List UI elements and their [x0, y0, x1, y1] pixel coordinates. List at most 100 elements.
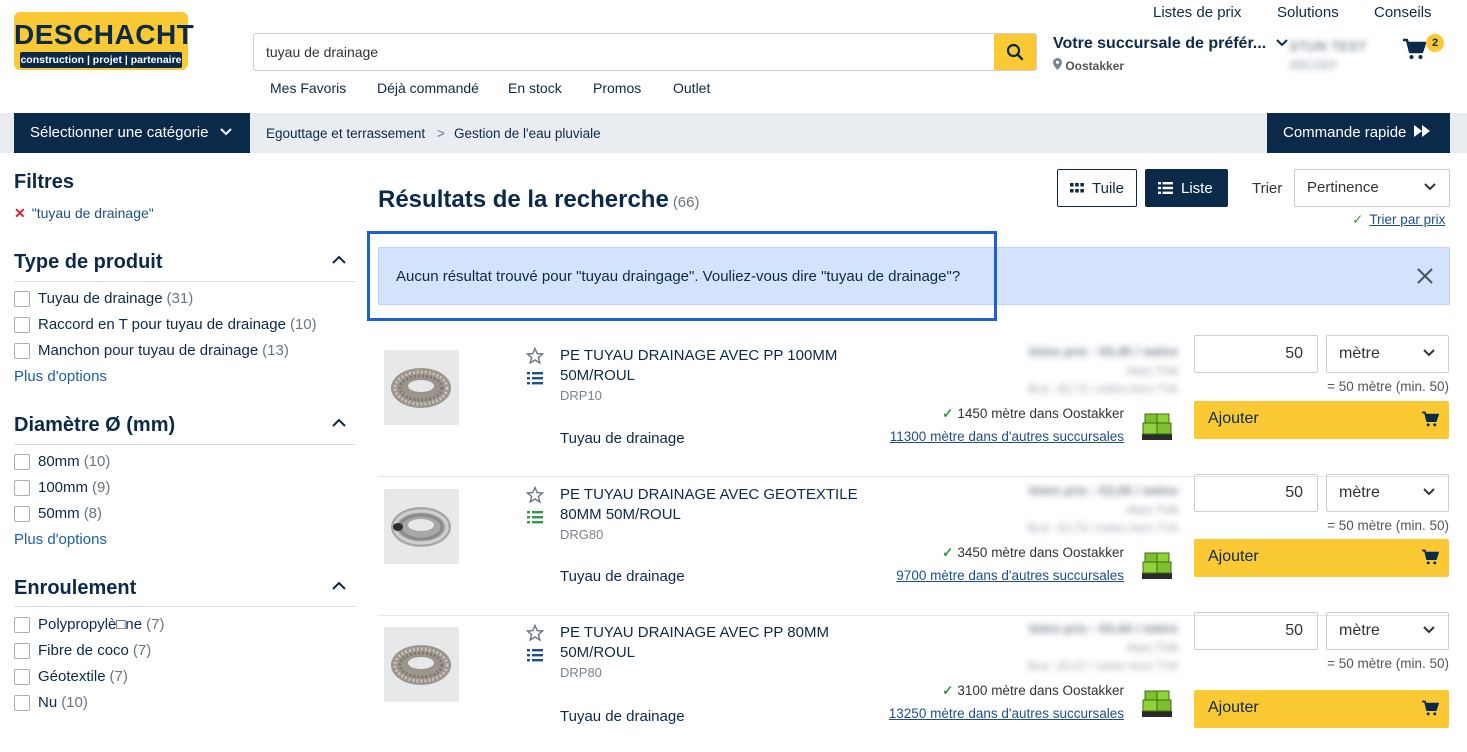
- filter-option[interactable]: Manchon pour tuyau de drainage (13): [14, 342, 289, 359]
- filter-group-title[interactable]: Diamètre Ø (mm): [14, 414, 175, 437]
- add-to-cart-button[interactable]: Ajouter: [1194, 690, 1449, 728]
- checkbox[interactable]: [14, 642, 30, 659]
- add-to-list-icon[interactable]: [527, 510, 543, 524]
- filter-option[interactable]: 100mm (9): [14, 479, 110, 496]
- unit-select[interactable]: mètre: [1326, 335, 1449, 373]
- breadcrumb-item[interactable]: Gestion de l'eau pluviale: [454, 126, 601, 141]
- pipe-coil-icon: [391, 645, 451, 685]
- filter-option-count: (10): [61, 694, 88, 711]
- add-to-cart-button[interactable]: Ajouter: [1194, 539, 1449, 577]
- link-advice[interactable]: Conseils: [1374, 4, 1432, 21]
- grid-icon: [1070, 183, 1084, 193]
- remove-filter-icon[interactable]: ✕: [14, 205, 26, 221]
- close-icon[interactable]: [1415, 266, 1435, 286]
- view-list-button[interactable]: Liste: [1145, 169, 1228, 207]
- branch-selector[interactable]: Votre succursale de préfér... Oostakker: [1053, 35, 1288, 73]
- quantity-input[interactable]: 50: [1194, 474, 1318, 512]
- branch-title: Votre succursale de préfér...: [1053, 35, 1267, 52]
- star-icon[interactable]: [526, 624, 544, 642]
- search-input[interactable]: [266, 34, 986, 70]
- filter-option-label: Manchon pour tuyau de drainage: [38, 342, 259, 359]
- active-filter-chip[interactable]: ✕ "tuyau de drainage": [14, 205, 154, 222]
- checkbox[interactable]: [14, 505, 30, 522]
- filter-option-label: 100mm: [38, 479, 89, 496]
- price-vat-note: Hors TVA: [1127, 503, 1178, 517]
- divider: [14, 444, 355, 445]
- unit-select[interactable]: mètre: [1326, 612, 1449, 650]
- more-options-link[interactable]: Plus d'options: [14, 368, 107, 385]
- checkbox[interactable]: [14, 453, 30, 470]
- stock-other-branches-link[interactable]: 13250 mètre dans d'autres succursales: [858, 706, 1124, 721]
- account-name[interactable]: STUN TEST: [1289, 38, 1367, 54]
- product-name-link[interactable]: PE TUYAU DRAINAGE AVEC PP 100MM 50M/ROUL: [560, 346, 870, 386]
- product-image[interactable]: [384, 489, 459, 564]
- checkbox[interactable]: [14, 479, 30, 496]
- checkbox[interactable]: [14, 290, 30, 307]
- product-image[interactable]: [384, 627, 459, 702]
- checkbox[interactable]: [14, 342, 30, 359]
- add-to-cart-button[interactable]: Ajouter: [1194, 401, 1449, 439]
- filter-option-count: (10): [289, 316, 317, 333]
- product-image[interactable]: [384, 350, 459, 425]
- breadcrumb-item[interactable]: Egouttage et terrassement: [266, 126, 425, 141]
- filter-option[interactable]: Raccord en T pour tuyau de drainage (10): [14, 316, 317, 333]
- branch-location: Oostakker: [1065, 59, 1125, 73]
- check-icon: ✓: [942, 683, 954, 698]
- stock-other-branches-link[interactable]: 11300 mètre dans d'autres succursales: [858, 429, 1124, 444]
- filter-group-title[interactable]: Type de produit: [14, 251, 163, 274]
- filter-option-label: Raccord en T pour tuyau de drainage: [38, 316, 286, 333]
- unit-select[interactable]: mètre: [1326, 474, 1449, 512]
- results-title: Résultats de la recherche: [378, 186, 669, 213]
- view-tile-button[interactable]: Tuile: [1057, 169, 1137, 207]
- quick-order-button[interactable]: Commande rapide: [1267, 113, 1450, 153]
- checkbox[interactable]: [14, 616, 30, 633]
- select-category-button[interactable]: Sélectionner une catégorie: [14, 113, 250, 153]
- view-tile-label: Tuile: [1092, 179, 1124, 197]
- product-row: PE TUYAU DRAINAGE AVEC PP 80MM 50M/ROUL …: [378, 612, 1450, 752]
- price-gross: Brut : €0,73 / mètre Hors TVA: [1027, 384, 1178, 396]
- quantity-input[interactable]: 50: [1194, 612, 1318, 650]
- quantity-input[interactable]: 50: [1194, 335, 1318, 373]
- search-button[interactable]: [994, 34, 1036, 70]
- more-options-link[interactable]: Plus d'options: [14, 531, 107, 548]
- filter-option[interactable]: Géotextile (7): [14, 668, 128, 685]
- filter-option-label: 80mm: [38, 453, 80, 470]
- nav-in-stock[interactable]: En stock: [508, 80, 562, 96]
- product-name-link[interactable]: PE TUYAU DRAINAGE AVEC GEOTEXTILE 80MM 5…: [560, 485, 870, 525]
- filter-option[interactable]: Nu (10): [14, 694, 88, 711]
- filter-option[interactable]: 80mm (10): [14, 453, 110, 470]
- filter-option[interactable]: 50mm (8): [14, 505, 102, 522]
- chevron-up-icon[interactable]: [331, 580, 347, 592]
- nav-outlet[interactable]: Outlet: [673, 80, 710, 96]
- filter-option[interactable]: Tuyau de drainage (31): [14, 290, 193, 307]
- filter-option[interactable]: Polypropylè□ne (7): [14, 616, 164, 633]
- search-icon: [1006, 43, 1024, 61]
- checkbox[interactable]: [14, 668, 30, 685]
- deschacht-logo[interactable]: DESCHACHT construction | projet | parten…: [14, 12, 194, 70]
- product-code: DRP80: [560, 665, 602, 680]
- filter-option-label: Tuyau de drainage: [38, 290, 163, 307]
- star-icon[interactable]: [526, 486, 544, 504]
- link-price-lists[interactable]: Listes de prix: [1153, 4, 1241, 21]
- add-to-list-icon[interactable]: [527, 648, 543, 662]
- checkbox[interactable]: [14, 694, 30, 711]
- stock-other-branches-link[interactable]: 9700 mètre dans d'autres succursales: [858, 568, 1124, 583]
- product-name-link[interactable]: PE TUYAU DRAINAGE AVEC PP 80MM 50M/ROUL: [560, 623, 870, 663]
- cart-button[interactable]: [1402, 38, 1427, 65]
- check-icon: ✓: [1352, 212, 1364, 227]
- price-gross: Brut : €0,67 / mètre Hors TVA: [1027, 661, 1178, 673]
- nav-promos[interactable]: Promos: [593, 80, 641, 96]
- chevron-up-icon[interactable]: [331, 417, 347, 429]
- link-solutions[interactable]: Solutions: [1277, 4, 1339, 21]
- filter-group-title[interactable]: Enroulement: [14, 577, 136, 600]
- stock-local-label: 3100 mètre dans Oostakker: [957, 683, 1124, 698]
- sort-select[interactable]: Pertinence: [1294, 169, 1450, 207]
- star-icon[interactable]: [526, 347, 544, 365]
- nav-favorites[interactable]: Mes Favoris: [270, 80, 346, 96]
- nav-already-ordered[interactable]: Déjà commandé: [377, 80, 479, 96]
- checkbox[interactable]: [14, 316, 30, 333]
- add-to-list-icon[interactable]: [527, 371, 543, 385]
- chevron-up-icon[interactable]: [331, 254, 347, 266]
- sort-by-price-link[interactable]: ✓ Trier par prix: [1352, 212, 1445, 228]
- filter-option[interactable]: Fibre de coco (7): [14, 642, 151, 659]
